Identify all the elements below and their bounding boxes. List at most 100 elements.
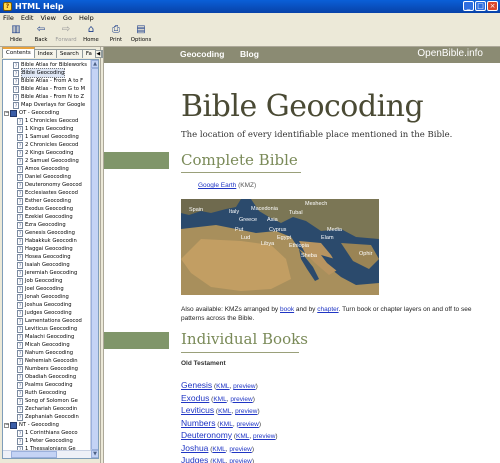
tree-item[interactable]: ? Ecclesiastes Geocod bbox=[17, 189, 78, 197]
tree-item[interactable]: ? Jeremiah Geocoding bbox=[17, 269, 77, 277]
kml-link[interactable]: KML bbox=[219, 421, 232, 428]
tree-item[interactable]: ? Hosea Geocoding bbox=[17, 253, 71, 261]
menu-help[interactable]: Help bbox=[79, 14, 94, 22]
tree-item[interactable]: ? Nahum Geocoding bbox=[17, 349, 73, 357]
collapse-icon[interactable]: − bbox=[4, 110, 9, 116]
book-link[interactable]: Deuteronomy bbox=[181, 430, 232, 440]
tree-item[interactable]: ? Haggai Geocoding bbox=[17, 245, 73, 253]
book-link[interactable]: Genesis bbox=[181, 380, 212, 390]
kml-link[interactable]: KML bbox=[212, 446, 225, 453]
preview-link[interactable]: preview bbox=[230, 396, 252, 403]
options-button[interactable]: ▤ Options bbox=[129, 23, 153, 46]
tree-item[interactable]: ? Bible Geocoding bbox=[13, 68, 66, 78]
preview-link[interactable]: preview bbox=[236, 421, 258, 428]
tree-item[interactable]: ? Esther Geocoding bbox=[17, 197, 71, 205]
kml-link[interactable]: KML bbox=[216, 383, 229, 390]
kml-link[interactable]: KML bbox=[213, 396, 226, 403]
tree-item[interactable]: ? Malachi Geocoding bbox=[17, 333, 74, 341]
tab-search[interactable]: Search bbox=[55, 49, 83, 58]
chapter-kmz-link[interactable]: chapter bbox=[317, 306, 338, 313]
site-brand[interactable]: OpenBible.info bbox=[417, 48, 483, 59]
tab-favorites[interactable]: Fa bbox=[81, 49, 96, 58]
tree-item[interactable]: ? Map Overlays for Google bbox=[13, 101, 85, 109]
tree-item[interactable]: ? Joshua Geocoding bbox=[17, 301, 72, 309]
preview-link[interactable]: preview bbox=[229, 458, 251, 463]
hide-button[interactable]: ▥ Hide bbox=[4, 23, 28, 46]
nav-geocoding-link[interactable]: Geocoding bbox=[180, 49, 224, 59]
tree-item[interactable]: ? Habakkuk Geocodin bbox=[17, 237, 77, 245]
nav-blog-link[interactable]: Blog bbox=[240, 49, 259, 59]
tree-item[interactable]: ? Exodus Geocoding bbox=[17, 205, 73, 213]
menu-edit[interactable]: Edit bbox=[21, 14, 34, 22]
book-link[interactable]: Numbers bbox=[181, 418, 215, 428]
tree-item[interactable]: ? 2 Kings Geocoding bbox=[17, 149, 73, 157]
tree-item[interactable]: ? Jonah Geocoding bbox=[17, 293, 69, 301]
kml-link[interactable]: KML bbox=[218, 408, 231, 415]
tree-item[interactable]: ? Lamentations Geocod bbox=[17, 317, 82, 325]
book-kmz-link[interactable]: book bbox=[280, 306, 294, 313]
tree-item[interactable]: ? Obadiah Geocoding bbox=[17, 373, 76, 381]
tree-item[interactable]: ? Judges Geocoding bbox=[17, 309, 72, 317]
tree-item[interactable]: ? Bible Atlas for Bibleworks bbox=[13, 61, 87, 69]
tree-vertical-scrollbar[interactable]: ▲ ▼ bbox=[90, 60, 98, 458]
kml-link[interactable]: KML bbox=[212, 458, 225, 463]
tree-item[interactable]: ? Song of Solomon Ge bbox=[17, 397, 78, 405]
back-button[interactable]: ⇦ Back bbox=[29, 23, 53, 46]
book-link[interactable]: Joshua bbox=[181, 443, 208, 453]
scroll-down-arrow-icon[interactable]: ▼ bbox=[91, 450, 98, 458]
tree-item[interactable]: − OT - Geocoding bbox=[4, 109, 59, 117]
tree-item[interactable]: ? 2 Chronicles Geocod bbox=[17, 141, 78, 149]
menu-file[interactable]: File bbox=[3, 14, 14, 22]
tree-item[interactable]: ? Job Geocoding bbox=[17, 277, 62, 285]
geocoding-map[interactable]: Meshech Spain Macedonia Tubal Italy Gree… bbox=[181, 199, 379, 295]
tree-item[interactable]: ? Bible Atlas - From N to Z bbox=[13, 93, 84, 101]
tree-item[interactable]: ? Ezekiel Geocoding bbox=[17, 213, 73, 221]
tree-item[interactable]: − NT - Geocoding bbox=[4, 421, 59, 429]
tree-item[interactable]: ? Isaiah Geocoding bbox=[17, 261, 70, 269]
tab-contents[interactable]: Contents bbox=[2, 47, 35, 58]
tree-item[interactable]: ? Daniel Geocoding bbox=[17, 173, 71, 181]
tree-item[interactable]: ? Nehemiah Geocodin bbox=[17, 357, 78, 365]
close-button[interactable]: × bbox=[487, 1, 498, 11]
book-link[interactable]: Judges bbox=[181, 455, 208, 463]
preview-link[interactable]: preview bbox=[253, 433, 275, 440]
kml-link[interactable]: KML bbox=[236, 433, 249, 440]
tree-item[interactable]: ? 1 Kings Geocoding bbox=[17, 125, 73, 133]
maximize-button[interactable]: □ bbox=[475, 1, 486, 11]
forward-button[interactable]: ⇨ Forward bbox=[54, 23, 78, 46]
tree-item[interactable]: ? 2 Samuel Geocoding bbox=[17, 157, 79, 165]
tree-item[interactable]: ? Zechariah Geocodin bbox=[17, 405, 77, 413]
tree-item[interactable]: ? Bible Atlas - From A to F bbox=[13, 77, 83, 85]
collapse-icon[interactable]: − bbox=[4, 422, 9, 428]
tree-item[interactable]: ? Psalms Geocoding bbox=[17, 381, 73, 389]
tree-item[interactable]: ? Bible Atlas - From G to M bbox=[13, 85, 85, 93]
google-earth-link[interactable]: Google Earth bbox=[198, 182, 236, 189]
tree-item[interactable]: ? Zephaniah Geocodin bbox=[17, 413, 79, 421]
minimize-button[interactable]: _ bbox=[463, 1, 474, 11]
menu-view[interactable]: View bbox=[40, 14, 55, 22]
tab-index[interactable]: Index bbox=[33, 49, 57, 58]
tree-item[interactable]: ? 1 Peter Geocoding bbox=[17, 437, 73, 445]
tree-item[interactable]: ? Deuteronomy Geocod bbox=[17, 181, 82, 189]
preview-link[interactable]: preview bbox=[233, 383, 255, 390]
tree-item[interactable]: ? 1 Corinthians Geoco bbox=[17, 429, 78, 437]
tree-item[interactable]: ? Ezra Geocoding bbox=[17, 221, 66, 229]
home-button[interactable]: ⌂ Home bbox=[79, 23, 103, 46]
tree-item[interactable]: ? Ruth Geocoding bbox=[17, 389, 66, 397]
tree-item[interactable]: ? Numbers Geocoding bbox=[17, 365, 78, 373]
book-link[interactable]: Leviticus bbox=[181, 405, 214, 415]
tree-item[interactable]: ? Genesis Geocoding bbox=[17, 229, 75, 237]
tree-horizontal-scrollbar[interactable] bbox=[3, 450, 91, 458]
tree-item[interactable]: ? Joel Geocoding bbox=[17, 285, 64, 293]
book-link[interactable]: Exodus bbox=[181, 393, 209, 403]
tree-item[interactable]: ? Micah Geocoding bbox=[17, 341, 70, 349]
tab-scroll-left-button[interactable]: ◀ bbox=[94, 50, 102, 58]
print-button[interactable]: ⎙ Print bbox=[104, 23, 128, 46]
menu-go[interactable]: Go bbox=[63, 14, 72, 22]
scroll-up-arrow-icon[interactable]: ▲ bbox=[91, 60, 98, 68]
tree-item[interactable]: ? Amos Geocoding bbox=[17, 165, 69, 173]
tree-item[interactable]: ? Leviticus Geocoding bbox=[17, 325, 77, 333]
preview-link[interactable]: preview bbox=[235, 408, 257, 415]
tree-hscroll-thumb[interactable] bbox=[11, 451, 57, 458]
tree-item[interactable]: ? 1 Chronicles Geocod bbox=[17, 117, 78, 125]
